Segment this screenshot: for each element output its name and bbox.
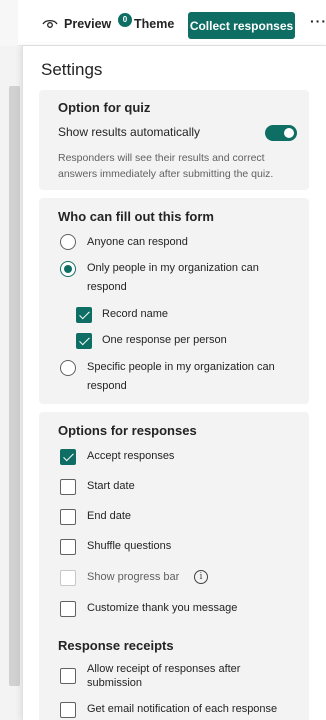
receipts-title: Response receipts bbox=[58, 638, 174, 653]
info-icon[interactable]: i bbox=[194, 570, 208, 584]
allow-receipt-label-line2: submission bbox=[87, 677, 143, 689]
more-options-icon[interactable]: ··· bbox=[310, 13, 326, 29]
theme-badge: 0 bbox=[118, 13, 132, 27]
end-date-checkbox[interactable] bbox=[60, 509, 76, 525]
thank-you-message-checkbox[interactable] bbox=[60, 601, 76, 617]
theme-label: Theme bbox=[134, 17, 175, 31]
accept-responses-label: Accept responses bbox=[87, 450, 175, 462]
shuffle-questions-label: Shuffle questions bbox=[87, 540, 172, 552]
quiz-options-card: Option for quiz Show results automatical… bbox=[39, 90, 309, 190]
progress-bar-checkbox[interactable] bbox=[60, 570, 76, 586]
start-date-label: Start date bbox=[87, 480, 135, 492]
thank-you-message-label: Customize thank you message bbox=[87, 602, 238, 614]
one-response-checkbox[interactable] bbox=[76, 333, 92, 349]
radio-specific-people[interactable] bbox=[60, 360, 76, 376]
panel-title: Settings bbox=[41, 60, 103, 79]
record-name-label: Record name bbox=[102, 308, 169, 320]
who-can-fill-card: Who can fill out this form Anyone can re… bbox=[39, 198, 309, 404]
show-results-toggle[interactable] bbox=[265, 125, 297, 141]
radio-org-only[interactable] bbox=[60, 261, 76, 277]
response-options-card: Options for responses Accept responses S… bbox=[39, 412, 309, 720]
toolbar-left-edge bbox=[0, 0, 18, 46]
quiz-description-line1: Responders will see their results and co… bbox=[58, 152, 265, 164]
quiz-card-title: Option for quiz bbox=[58, 100, 151, 115]
page-scrollbar[interactable] bbox=[9, 86, 20, 686]
radio-anyone[interactable] bbox=[60, 234, 76, 250]
email-notification-checkbox[interactable] bbox=[60, 702, 76, 718]
collect-responses-button[interactable]: Collect responses bbox=[188, 12, 295, 39]
email-notification-label: Get email notification of each response bbox=[87, 703, 278, 715]
shuffle-questions-checkbox[interactable] bbox=[60, 539, 76, 555]
eye-icon bbox=[42, 19, 58, 28]
record-name-checkbox[interactable] bbox=[76, 307, 92, 323]
specific-people-label-line2: respond bbox=[87, 380, 127, 392]
who-card-title: Who can fill out this form bbox=[58, 209, 214, 224]
accept-responses-checkbox[interactable] bbox=[60, 449, 76, 465]
settings-panel: Settings Option for quiz Show results au… bbox=[22, 46, 326, 720]
theme-button[interactable]: 0 Theme bbox=[118, 13, 175, 31]
org-only-label-line1: Only people in my organization can bbox=[87, 262, 259, 274]
org-only-label-line2: respond bbox=[87, 281, 127, 293]
start-date-checkbox[interactable] bbox=[60, 479, 76, 495]
quiz-description-line2: answers immediately after submitting the… bbox=[58, 168, 274, 180]
progress-bar-label: Show progress bar bbox=[87, 571, 180, 583]
allow-receipt-checkbox[interactable] bbox=[60, 668, 76, 684]
preview-button[interactable]: Preview bbox=[42, 17, 111, 31]
anyone-label: Anyone can respond bbox=[87, 236, 188, 248]
show-results-label: Show results automatically bbox=[58, 125, 201, 139]
responses-card-title: Options for responses bbox=[58, 423, 197, 438]
end-date-label: End date bbox=[87, 510, 132, 522]
top-toolbar: Preview 0 Theme Collect responses ··· bbox=[0, 0, 326, 46]
one-response-label: One response per person bbox=[102, 334, 227, 346]
preview-label: Preview bbox=[64, 17, 112, 31]
specific-people-label-line1: Specific people in my organization can bbox=[87, 361, 275, 373]
